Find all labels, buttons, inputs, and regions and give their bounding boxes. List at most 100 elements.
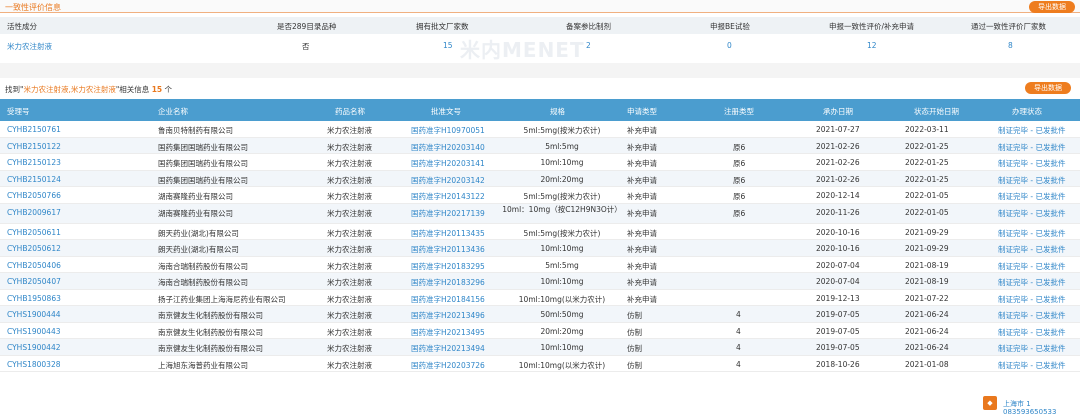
cell-acceptance-no[interactable]: CYHB2050766 <box>7 191 61 200</box>
cell-acceptance-no[interactable]: CYHB2050611 <box>7 228 61 237</box>
cell-status[interactable]: 制证完毕 - 已发批件 <box>998 191 1065 202</box>
table-row: CYHS1900443 南京健友生化制药股份有限公司 米力农注射液 国药准字H2021… <box>0 323 1080 339</box>
cell-acceptance-no[interactable]: CYHS1800328 <box>7 360 61 369</box>
watermark: 米内MENET <box>460 38 585 62</box>
cell-acceptance-no[interactable]: CYHS1900444 <box>7 310 61 319</box>
cell-approval-no[interactable]: 国药准字H20213496 <box>411 310 485 321</box>
cell-status[interactable]: 制证完毕 - 已发批件 <box>998 294 1065 305</box>
cell-approval-no[interactable]: 国药准字H20113435 <box>411 228 485 239</box>
cell-drug: 米力农注射液 <box>327 360 372 370</box>
cell-drug: 米力农注射液 <box>327 278 372 287</box>
cell-spec: 5ml:5mg(按米力农计) <box>523 228 601 238</box>
col-header-reg-type[interactable]: 注册类型 <box>724 106 754 117</box>
summary-header-passed: 通过一致性评价厂家数 <box>971 22 1046 31</box>
col-header-status[interactable]: 办理状态 <box>1012 106 1042 117</box>
col-header-undertake-date[interactable]: 承办日期 <box>823 106 853 117</box>
cell-status[interactable]: 制证完毕 - 已发批件 <box>998 360 1065 371</box>
cell-status[interactable]: 制证完毕 - 已发批件 <box>998 327 1065 338</box>
cell-acceptance-no[interactable]: CYHB2050612 <box>7 244 61 253</box>
summary-consistency-link[interactable]: 12 <box>867 41 877 50</box>
table-row: CYHB2150124 国药集团国瑞药业有限公司 米力农注射液 国药准字H202031… <box>0 170 1080 187</box>
cell-drug: 米力农注射液 <box>327 261 372 271</box>
cell-acceptance-no[interactable]: CYHB2050407 <box>7 277 61 286</box>
cell-company: 国药集团国瑞药业有限公司 <box>158 159 248 168</box>
cell-status[interactable]: 制证完毕 - 已发批件 <box>998 277 1065 288</box>
summary-passed-link[interactable]: 8 <box>1008 41 1013 50</box>
cell-company: 海南合瑞制药股份有限公司 <box>158 261 248 271</box>
found-suffix: 个 <box>164 85 173 94</box>
cell-drug: 米力农注射液 <box>327 159 372 168</box>
cell-status-start: 2022-03-11 <box>905 125 949 134</box>
footer-line-2: 083593650533 <box>1003 408 1057 416</box>
summary-header-catalog: 是否289目录品种 <box>277 22 337 31</box>
cell-approval-no[interactable]: 国药准字H20183296 <box>411 277 485 288</box>
cell-drug: 米力农注射液 <box>327 126 372 135</box>
cell-company: 朗天药业(湖北)有限公司 <box>158 245 239 254</box>
cell-undertake-date: 2020-10-16 <box>816 227 860 237</box>
summary-approvals-link[interactable]: 15 <box>443 41 453 50</box>
cell-company: 朗天药业(湖北)有限公司 <box>158 228 239 238</box>
cell-approval-no[interactable]: 国药准字H20217139 <box>411 208 485 219</box>
cell-status[interactable]: 制证完毕 - 已发批件 <box>998 142 1065 153</box>
cell-spec: 20ml:20mg <box>540 326 584 336</box>
cell-status[interactable]: 制证完毕 - 已发批件 <box>998 158 1065 169</box>
cell-spec: 5ml:5mg <box>545 141 579 151</box>
cell-approval-no[interactable]: 国药准字H20213494 <box>411 343 485 354</box>
cell-approval-no[interactable]: 国药准字H20203142 <box>411 175 485 186</box>
cell-app-type: 补充申请 <box>627 192 657 201</box>
col-header-drug[interactable]: 药品名称 <box>335 106 365 117</box>
col-header-company[interactable]: 企业名称 <box>158 106 188 117</box>
summary-be-link[interactable]: 0 <box>727 41 732 50</box>
cell-status[interactable]: 制证完毕 - 已发批件 <box>998 310 1065 321</box>
cell-acceptance-no[interactable]: CYHB2050406 <box>7 261 61 270</box>
col-header-status-start[interactable]: 状态开始日期 <box>914 106 959 117</box>
summary-header-reference: 备案参比制剂 <box>566 22 611 31</box>
cell-status[interactable]: 制证完毕 - 已发批件 <box>998 175 1065 186</box>
cell-approval-no[interactable]: 国药准字H20203726 <box>411 360 485 371</box>
cell-approval-no[interactable]: 国药准字H20143122 <box>411 191 485 202</box>
summary-catalog-value: 否 <box>302 42 310 51</box>
cell-status[interactable]: 制证完毕 - 已发批件 <box>998 125 1065 136</box>
cell-acceptance-no[interactable]: CYHB2150124 <box>7 175 61 184</box>
cell-acceptance-no[interactable]: CYHB2150761 <box>7 125 61 134</box>
cell-acceptance-no[interactable]: CYHB2150123 <box>7 158 61 167</box>
export-button-top[interactable]: 导出数据 <box>1029 1 1075 13</box>
col-header-spec[interactable]: 规格 <box>550 106 565 117</box>
cell-app-type: 仿制 <box>627 360 642 370</box>
cell-drug: 米力农注射液 <box>327 192 372 201</box>
cell-reg-type: 原6 <box>733 208 746 218</box>
cell-status[interactable]: 制证完毕 - 已发批件 <box>998 228 1065 239</box>
cell-acceptance-no[interactable]: CYHS1900442 <box>7 343 61 352</box>
summary-ingredient-link[interactable]: 米力农注射液 <box>7 41 52 52</box>
cell-acceptance-no[interactable]: CYHB2009617 <box>7 208 61 217</box>
cell-undertake-date: 2019-07-05 <box>816 343 860 352</box>
cell-approval-no[interactable]: 国药准字H20113436 <box>411 244 485 255</box>
cell-approval-no[interactable]: 国药准字H10970051 <box>411 125 485 136</box>
cell-app-type: 补充申请 <box>627 126 657 135</box>
cell-spec: 5ml:5mg <box>545 260 579 270</box>
cell-approval-no[interactable]: 国药准字H20213495 <box>411 327 485 338</box>
found-mid: "相关信息 <box>115 85 150 94</box>
cell-app-type: 补充申请 <box>627 228 657 238</box>
cell-status[interactable]: 制证完毕 - 已发批件 <box>998 244 1065 255</box>
cell-drug: 米力农注射液 <box>327 294 372 304</box>
col-header-approval-no[interactable]: 批准文号 <box>431 106 461 117</box>
cell-approval-no[interactable]: 国药准字H20203141 <box>411 158 485 169</box>
col-header-app-type[interactable]: 申请类型 <box>627 106 657 117</box>
cell-status[interactable]: 制证完毕 - 已发批件 <box>998 208 1065 219</box>
cell-undertake-date: 2019-07-05 <box>816 326 860 336</box>
summary-reference-link[interactable]: 2 <box>586 41 591 50</box>
table-row: CYHS1800328 上海旭东海普药业有限公司 米力农注射液 国药准字H202037… <box>0 356 1080 372</box>
export-button-table[interactable]: 导出数据 <box>1025 82 1071 94</box>
cell-acceptance-no[interactable]: CYHS1900443 <box>7 327 61 336</box>
cell-approval-no[interactable]: 国药准字H20184156 <box>411 294 485 305</box>
cell-acceptance-no[interactable]: CYHB2150122 <box>7 142 61 151</box>
cell-approval-no[interactable]: 国药准字H20183295 <box>411 261 485 272</box>
col-header-acceptance-no[interactable]: 受理号 <box>7 106 30 117</box>
cell-approval-no[interactable]: 国药准字H20203140 <box>411 142 485 153</box>
cell-status-start: 2021-06-24 <box>905 326 949 336</box>
cell-status[interactable]: 制证完毕 - 已发批件 <box>998 261 1065 272</box>
cell-status-start: 2021-07-22 <box>905 293 949 303</box>
cell-acceptance-no[interactable]: CYHB1950863 <box>7 294 61 303</box>
cell-status[interactable]: 制证完毕 - 已发批件 <box>998 343 1065 354</box>
